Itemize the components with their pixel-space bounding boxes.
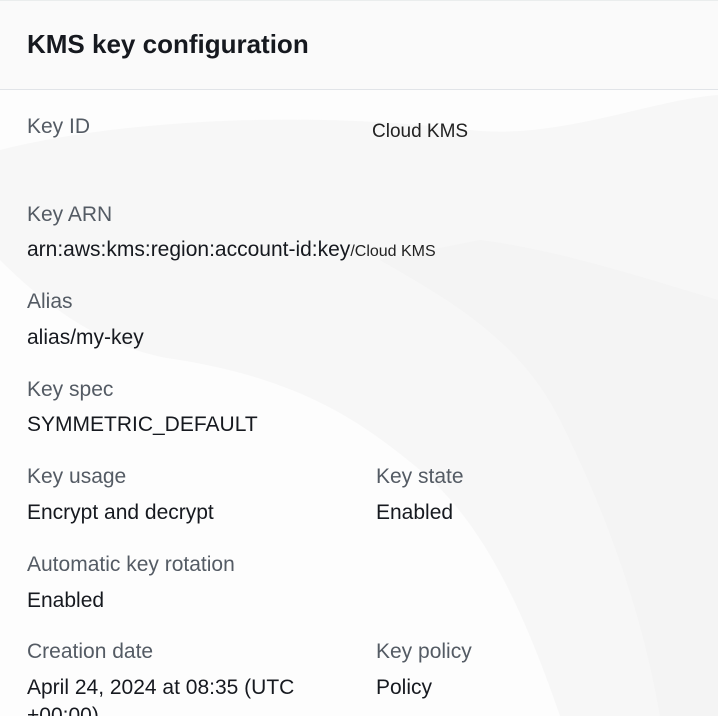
kms-key-configuration-panel: KMS key configuration Key ID Cloud KMS K…: [0, 0, 718, 716]
creation-date-value-line2: +00:00): [27, 704, 99, 716]
panel-title: KMS key configuration: [27, 29, 309, 59]
key-id-label: Key ID: [27, 115, 91, 138]
key-usage-label: Key usage: [27, 465, 127, 488]
key-id-value: Cloud KMS: [372, 121, 469, 142]
rotation-value: Enabled: [27, 589, 105, 612]
key-state-label: Key state: [376, 465, 464, 488]
creation-date-value: April 24, 2024 at 08:35 (UTC: [27, 676, 295, 699]
key-policy-label: Key policy: [376, 640, 472, 663]
key-spec-value: SYMMETRIC_DEFAULT: [27, 413, 258, 436]
key-arn-prefix: arn:aws:kms:region:account-id:key: [27, 238, 351, 261]
key-usage-value: Encrypt and decrypt: [27, 501, 214, 524]
key-spec-label: Key spec: [27, 378, 114, 401]
key-state-value: Enabled: [376, 501, 454, 524]
key-arn-value: arn:aws:kms:region:account-id:key/Cloud …: [27, 238, 436, 262]
creation-date-label: Creation date: [27, 640, 154, 663]
alias-value: alias/my-key: [27, 326, 144, 349]
key-arn-label: Key ARN: [27, 203, 113, 226]
rotation-label: Automatic key rotation: [27, 553, 235, 576]
key-policy-link[interactable]: Policy: [376, 676, 432, 700]
background-smudge: [0, 95, 718, 716]
alias-label: Alias: [27, 290, 73, 313]
panel-header: KMS key configuration: [0, 0, 718, 90]
key-arn-suffix: /Cloud KMS: [350, 243, 436, 260]
